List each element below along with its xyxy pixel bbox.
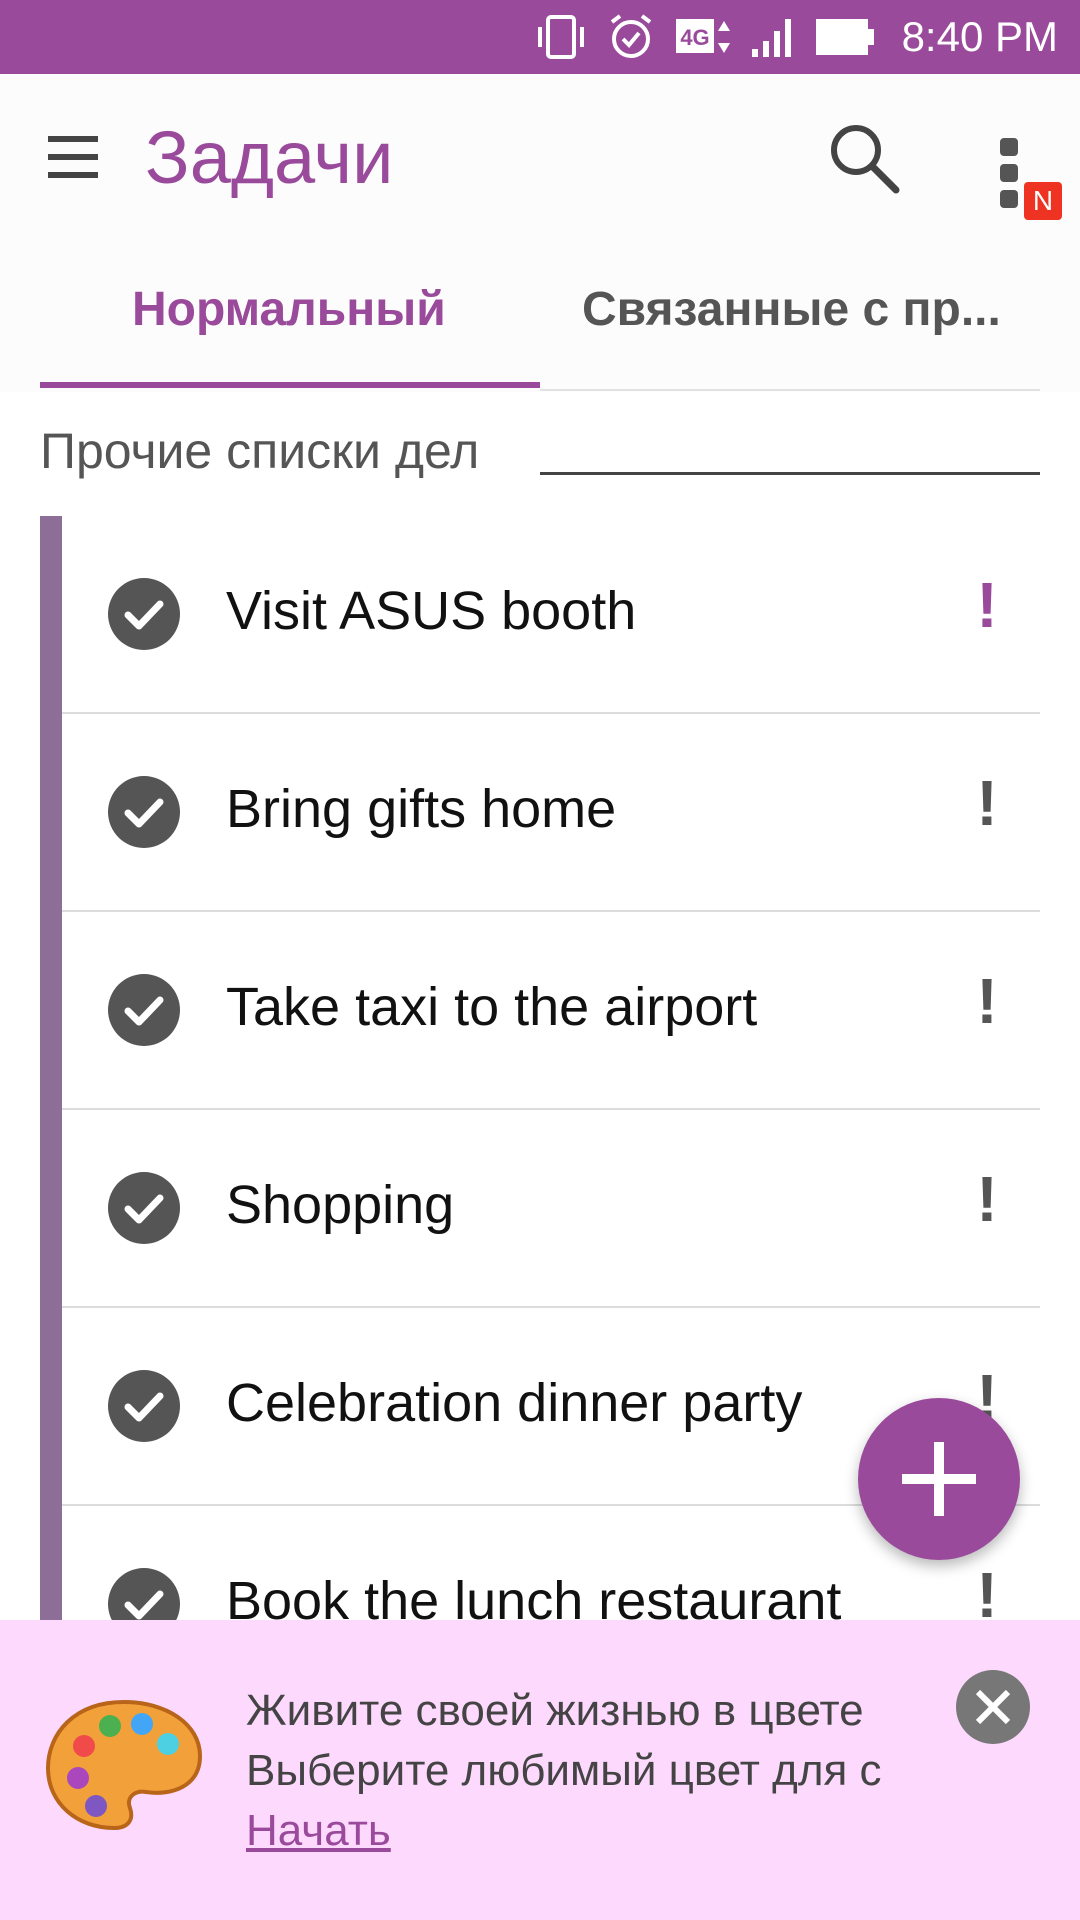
search-icon[interactable] [824, 118, 904, 198]
task-row[interactable]: Shopping! [40, 1110, 1040, 1308]
check-circle-icon[interactable] [108, 578, 180, 650]
menu-icon[interactable] [42, 126, 104, 188]
checkmark-icon [124, 1194, 164, 1224]
network-4g-icon: 4G [675, 19, 730, 53]
check-circle-icon[interactable] [108, 1172, 180, 1244]
banner-close-button[interactable] [956, 1670, 1030, 1744]
close-icon [975, 1689, 1011, 1725]
banner-title: Живите своей жизнью в цвете [246, 1686, 864, 1735]
check-circle-icon[interactable] [108, 776, 180, 848]
tab-bar: Нормальный Связанные с пр... [0, 242, 1080, 392]
status-icons: 4G 8:40 PM [534, 0, 1058, 74]
palette-icon [45, 1699, 203, 1831]
vibrate-icon [537, 15, 584, 59]
tab-normal[interactable]: Нормальный [132, 282, 446, 337]
checkmark-icon [124, 600, 164, 630]
plus-icon [902, 1442, 976, 1516]
signal-icon [751, 19, 791, 57]
task-title: Bring gifts home [226, 779, 617, 839]
task-title: Shopping [226, 1175, 455, 1235]
banner-start-link[interactable]: Начать [246, 1806, 391, 1856]
task-title: Take taxi to the airport [226, 977, 758, 1037]
task-row[interactable]: Bring gifts home! [40, 714, 1040, 912]
task-color-bar [40, 912, 62, 1110]
theme-banner: Живите своей жизнью в цвете Выберите люб… [0, 1620, 1080, 1920]
add-task-button[interactable] [858, 1398, 1020, 1560]
notification-badge: N [1024, 182, 1062, 220]
task-title: Visit ASUS booth [226, 581, 637, 641]
importance-icon[interactable]: ! [975, 956, 999, 1046]
checkmark-icon [124, 798, 164, 828]
task-row[interactable]: Take taxi to the airport! [40, 912, 1040, 1110]
tab-related[interactable]: Связанные с пр... [582, 282, 1001, 337]
checkmark-icon [124, 996, 164, 1026]
task-color-bar [40, 1308, 62, 1506]
status-time: 8:40 PM [901, 13, 1058, 60]
importance-icon[interactable]: ! [975, 560, 999, 650]
task-color-bar [40, 714, 62, 912]
check-circle-icon[interactable] [108, 974, 180, 1046]
task-title: Celebration dinner party [226, 1373, 803, 1433]
app-bar: Задачи N [0, 74, 1080, 242]
check-circle-icon[interactable] [108, 1370, 180, 1442]
app-title: Задачи [145, 116, 394, 199]
alarm-icon [610, 14, 651, 58]
task-color-bar [40, 516, 62, 714]
section-divider [540, 472, 1040, 475]
network-label: 4G [680, 25, 709, 50]
section-title: Прочие списки дел [40, 423, 480, 479]
tab-indicator [40, 382, 540, 388]
importance-icon[interactable]: ! [975, 758, 999, 848]
importance-icon[interactable]: ! [975, 1154, 999, 1244]
banner-text: Выберите любимый цвет для с [246, 1746, 882, 1795]
status-bar: 4G 8:40 PM [0, 0, 1080, 74]
task-row[interactable]: Visit ASUS booth! [40, 516, 1040, 714]
tab-divider [540, 389, 1040, 391]
task-color-bar [40, 1110, 62, 1308]
battery-icon [815, 19, 874, 55]
checkmark-icon [124, 1392, 164, 1422]
